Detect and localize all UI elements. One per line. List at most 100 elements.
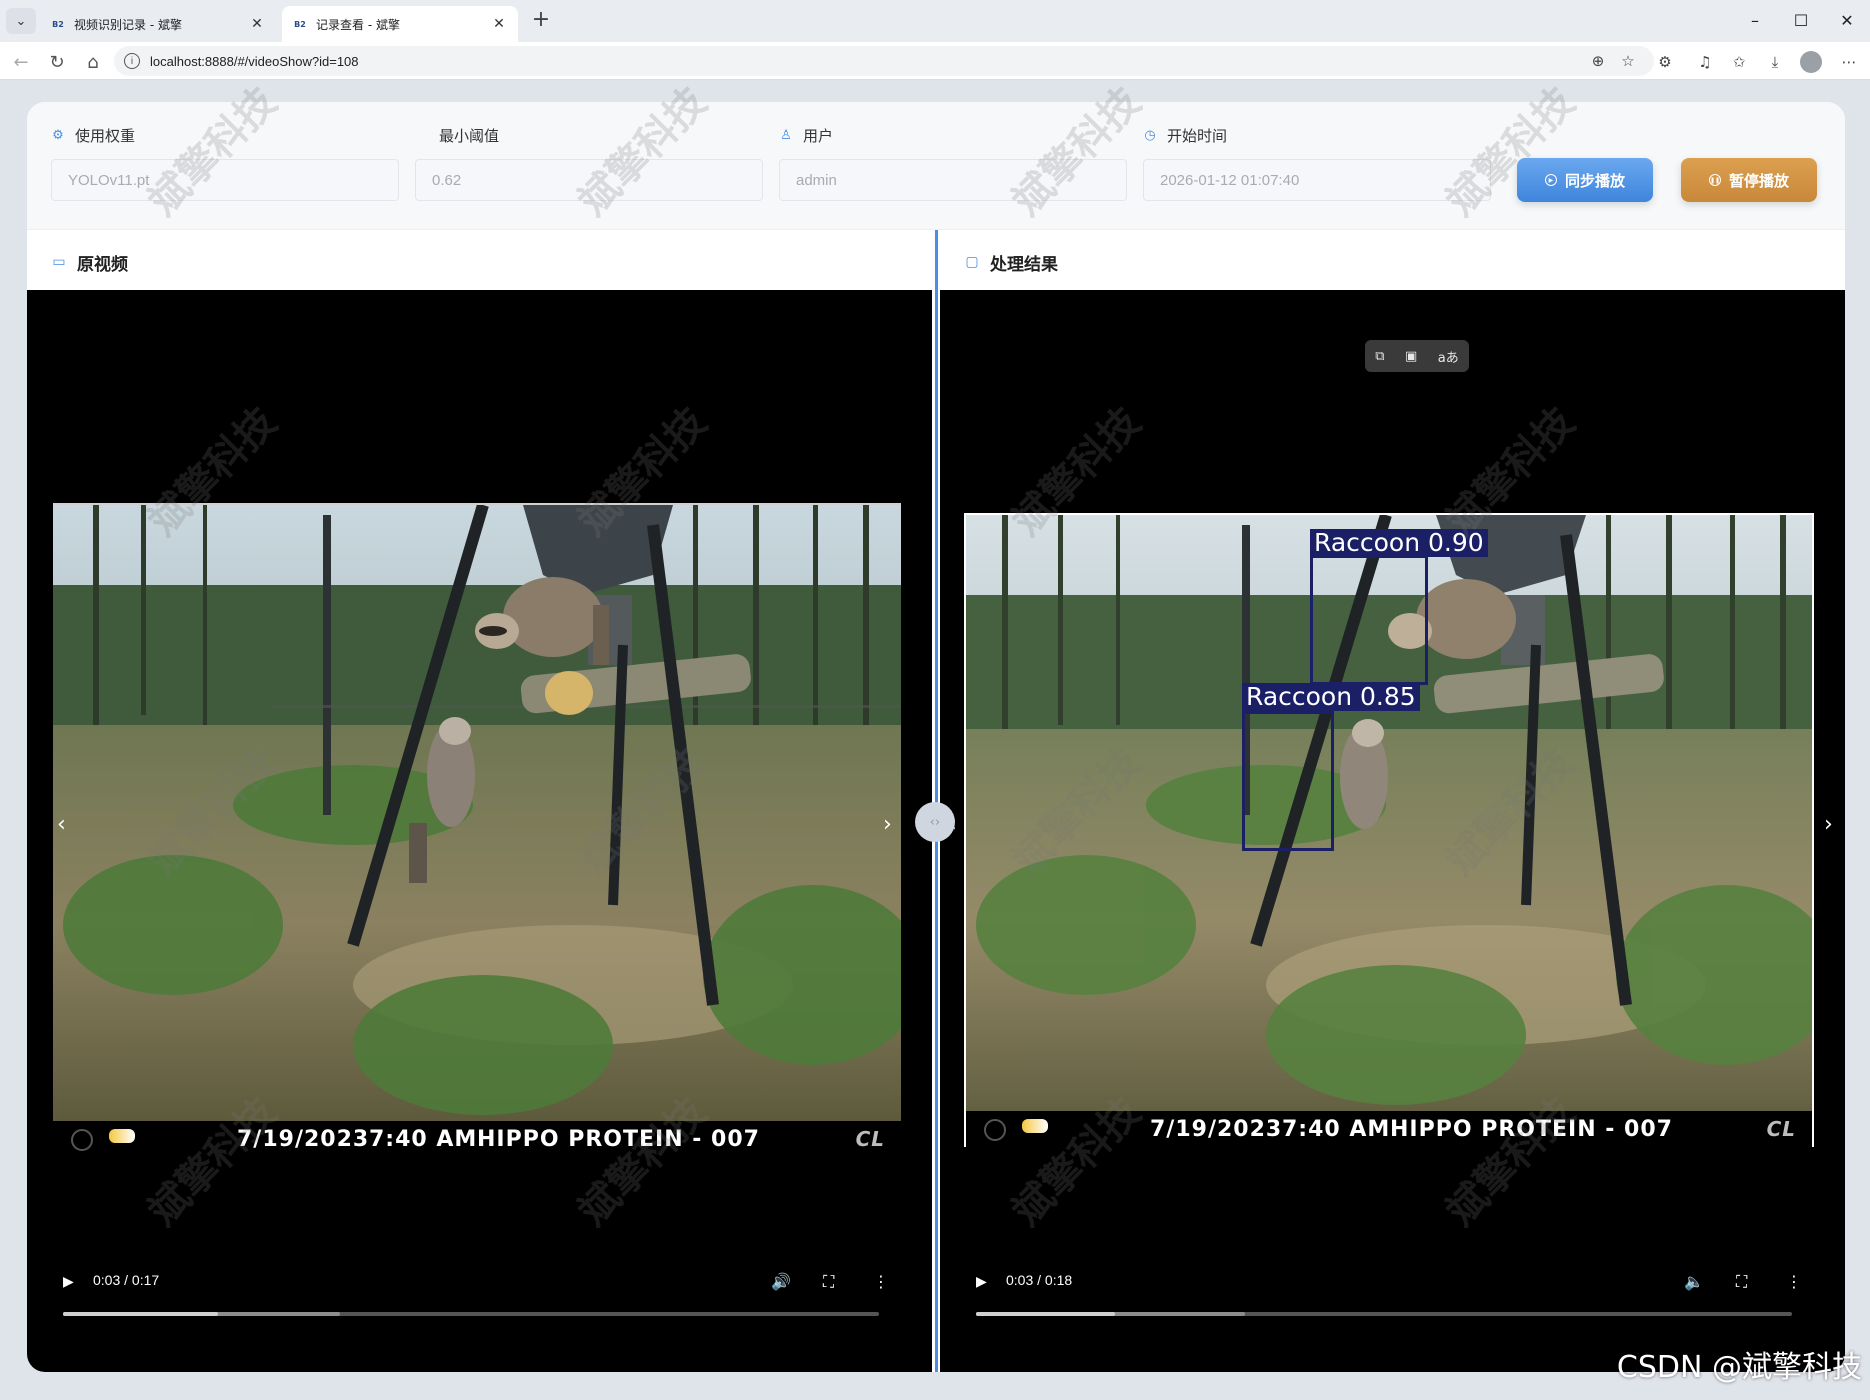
more-icon[interactable]: ⋯ xyxy=(1836,50,1862,74)
csdn-watermark: CSDN @斌擎科技 xyxy=(1616,1350,1862,1385)
camera-timestamp: 7/19/2023 7:40 AM HIPPO PROTEIN - 007 CL xyxy=(53,1121,901,1157)
sync-play-label: 同步播放 xyxy=(1564,171,1625,190)
record-card: ⚙ 使用权重 YOLOv11.pt 最小阈值 0.62 ♙ 用户 admin ◷ 开始… xyxy=(27,102,1845,1372)
profile-icon[interactable] xyxy=(1800,51,1822,73)
play-icon[interactable]: ▶ xyxy=(976,1274,987,1290)
camera-timestamp: 7/19/2023 7:40 AM HIPPO PROTEIN - 007 CL xyxy=(966,1111,1812,1147)
tab-record-view[interactable]: B2 记录查看 - 斌擎 ✕ xyxy=(282,6,518,42)
address-bar: ← ↻ ⌂ i localhost:8888/#/videoShow?id=10… xyxy=(0,42,1870,80)
stamp-logo: CL xyxy=(1766,1117,1796,1141)
reload-icon[interactable]: ↻ xyxy=(44,49,70,75)
played-bar xyxy=(63,1312,219,1316)
zoom-icon[interactable]: ⊕ xyxy=(1586,49,1610,73)
start-time-input[interactable]: 2026-01-12 01:07:40 xyxy=(1143,159,1491,201)
weight-label: 使用权重 xyxy=(75,126,136,145)
url-text: localhost:8888/#/videoShow?id=108 xyxy=(150,53,359,69)
sun-icon xyxy=(1022,1119,1048,1133)
info-icon[interactable]: i xyxy=(124,53,140,69)
chevron-down-icon: ⌄ xyxy=(15,13,27,29)
downloads-icon[interactable]: ⤓ xyxy=(1762,50,1788,74)
original-video-title: 原视频 xyxy=(77,254,128,275)
tab-bar: ⌄ B2 视频识别记录 - 斌擎 ✕ B2 记录查看 - 斌擎 ✕ + – ☐ … xyxy=(0,0,1870,42)
maximize-icon[interactable]: ☐ xyxy=(1778,0,1824,40)
result-title: 处理结果 xyxy=(990,254,1058,275)
cpu-icon: ⚙ xyxy=(52,127,64,143)
video-time: 0:03 / 0:17 xyxy=(93,1272,160,1288)
pause-play-label: 暂停播放 xyxy=(1728,171,1789,190)
more-options-icon[interactable]: ⋮ xyxy=(873,1272,889,1291)
info-form: ⚙ 使用权重 YOLOv11.pt 最小阈值 0.62 ♙ 用户 admin ◷ 开始… xyxy=(27,102,1845,230)
start-time-field: ◷ 开始时间 2026-01-12 01:07:40 xyxy=(1143,124,1491,201)
moon-phase-icon xyxy=(71,1129,93,1151)
original-video-player[interactable]: 7/19/2023 7:40 AM HIPPO PROTEIN - 007 CL… xyxy=(27,290,932,1372)
prev-frame-arrow-icon[interactable]: ‹ xyxy=(57,812,66,837)
result-video-player[interactable]: ⧉ ▣ aあ Raccoon 0.90 Raccoon 0.85 7/19/20… xyxy=(940,290,1845,1372)
close-tab-icon[interactable]: ✕ xyxy=(490,16,508,32)
detection-label: Raccoon 0.90 xyxy=(1310,529,1488,557)
stamp-time: 7:40 AM xyxy=(1282,1116,1391,1142)
fullscreen-icon[interactable]: ⛶ xyxy=(823,1272,834,1292)
pip-icon[interactable]: ⧉ xyxy=(1375,349,1384,364)
result-frame: Raccoon 0.90 Raccoon 0.85 7/19/2023 7:40… xyxy=(964,513,1814,1147)
user-input[interactable]: admin xyxy=(779,159,1127,201)
new-tab-button[interactable]: + xyxy=(528,8,554,34)
tab-label: 记录查看 - 斌擎 xyxy=(316,17,400,32)
seek-bar[interactable] xyxy=(63,1312,879,1316)
play-circle-icon: ▶ xyxy=(1544,174,1557,186)
page-viewport: ⚙ 使用权重 YOLOv11.pt 最小阈值 0.62 ♙ 用户 admin ◷ 开始… xyxy=(0,79,1870,1400)
favicon-icon: B2 xyxy=(294,19,306,29)
user-label: 用户 xyxy=(803,126,834,145)
video-time: 0:03 / 0:18 xyxy=(1006,1272,1073,1288)
sun-icon xyxy=(109,1129,135,1143)
weight-input[interactable]: YOLOv11.pt xyxy=(51,159,399,201)
tab-label: 视频识别记录 - 斌擎 xyxy=(74,17,182,32)
clock-icon: ◷ xyxy=(1144,127,1156,143)
next-frame-arrow-icon[interactable]: › xyxy=(1824,812,1833,837)
sync-play-button[interactable]: ▶ 同步播放 xyxy=(1517,158,1653,202)
back-icon[interactable]: ← xyxy=(8,49,34,75)
trail-camera-scene xyxy=(53,505,901,1123)
monitor-icon: ▢ xyxy=(965,254,979,270)
stamp-logo: CL xyxy=(855,1127,885,1151)
result-header: ▢ 处理结果 xyxy=(964,230,1058,294)
translate-icon[interactable]: aあ xyxy=(1438,347,1459,366)
threshold-label: 最小阈值 xyxy=(439,126,500,145)
detection-box xyxy=(1310,555,1428,685)
video-frame: 7/19/2023 7:40 AM HIPPO PROTEIN - 007 CL xyxy=(53,503,901,1157)
visual-search-icon[interactable]: ▣ xyxy=(1405,349,1417,364)
original-video-header: ▭ 原视频 xyxy=(51,230,128,294)
seek-bar[interactable] xyxy=(976,1312,1792,1316)
start-time-label: 开始时间 xyxy=(1167,126,1228,145)
tab-search-button[interactable]: ⌄ xyxy=(6,8,36,34)
volume-icon[interactable]: 🔊 xyxy=(771,1272,791,1291)
next-frame-arrow-icon[interactable]: › xyxy=(883,812,892,837)
stamp-time: 7:40 AM xyxy=(369,1126,478,1152)
pause-circle-icon: ❚❚ xyxy=(1708,174,1721,186)
user-field: ♙ 用户 admin xyxy=(779,124,1127,201)
played-bar xyxy=(976,1312,1115,1316)
minimize-icon[interactable]: – xyxy=(1732,0,1778,40)
video-camera-icon: ▭ xyxy=(52,254,66,270)
close-tab-icon[interactable]: ✕ xyxy=(248,16,266,32)
pause-play-button[interactable]: ❚❚ 暂停播放 xyxy=(1681,158,1817,202)
pane-splitter[interactable] xyxy=(932,230,940,1372)
tab-video-records[interactable]: B2 视频识别记录 - 斌擎 ✕ xyxy=(40,6,276,42)
weight-field: ⚙ 使用权重 YOLOv11.pt xyxy=(51,124,399,201)
user-icon: ♙ xyxy=(780,127,792,143)
home-icon[interactable]: ⌂ xyxy=(80,49,106,75)
detection-box xyxy=(1242,711,1334,851)
splitter-handle-icon[interactable]: ‹› xyxy=(915,802,955,842)
play-icon[interactable]: ▶ xyxy=(63,1274,74,1290)
favorites-icon[interactable]: ✩ xyxy=(1726,50,1752,74)
fullscreen-icon[interactable]: ⛶ xyxy=(1736,1272,1747,1292)
extensions-icon[interactable]: ⚙ xyxy=(1652,50,1678,74)
video-overlay-toolbar: ⧉ ▣ aあ xyxy=(1365,340,1469,372)
url-input[interactable]: i localhost:8888/#/videoShow?id=108 xyxy=(114,46,1654,76)
media-icon[interactable]: ♫ xyxy=(1692,50,1718,74)
threshold-input[interactable]: 0.62 xyxy=(415,159,763,201)
threshold-field: 最小阈值 0.62 xyxy=(415,124,763,201)
more-options-icon[interactable]: ⋮ xyxy=(1786,1272,1802,1291)
window-close-icon[interactable]: ✕ xyxy=(1824,0,1870,40)
star-icon[interactable]: ☆ xyxy=(1616,49,1640,73)
volume-muted-icon[interactable]: 🔈 xyxy=(1684,1272,1704,1291)
